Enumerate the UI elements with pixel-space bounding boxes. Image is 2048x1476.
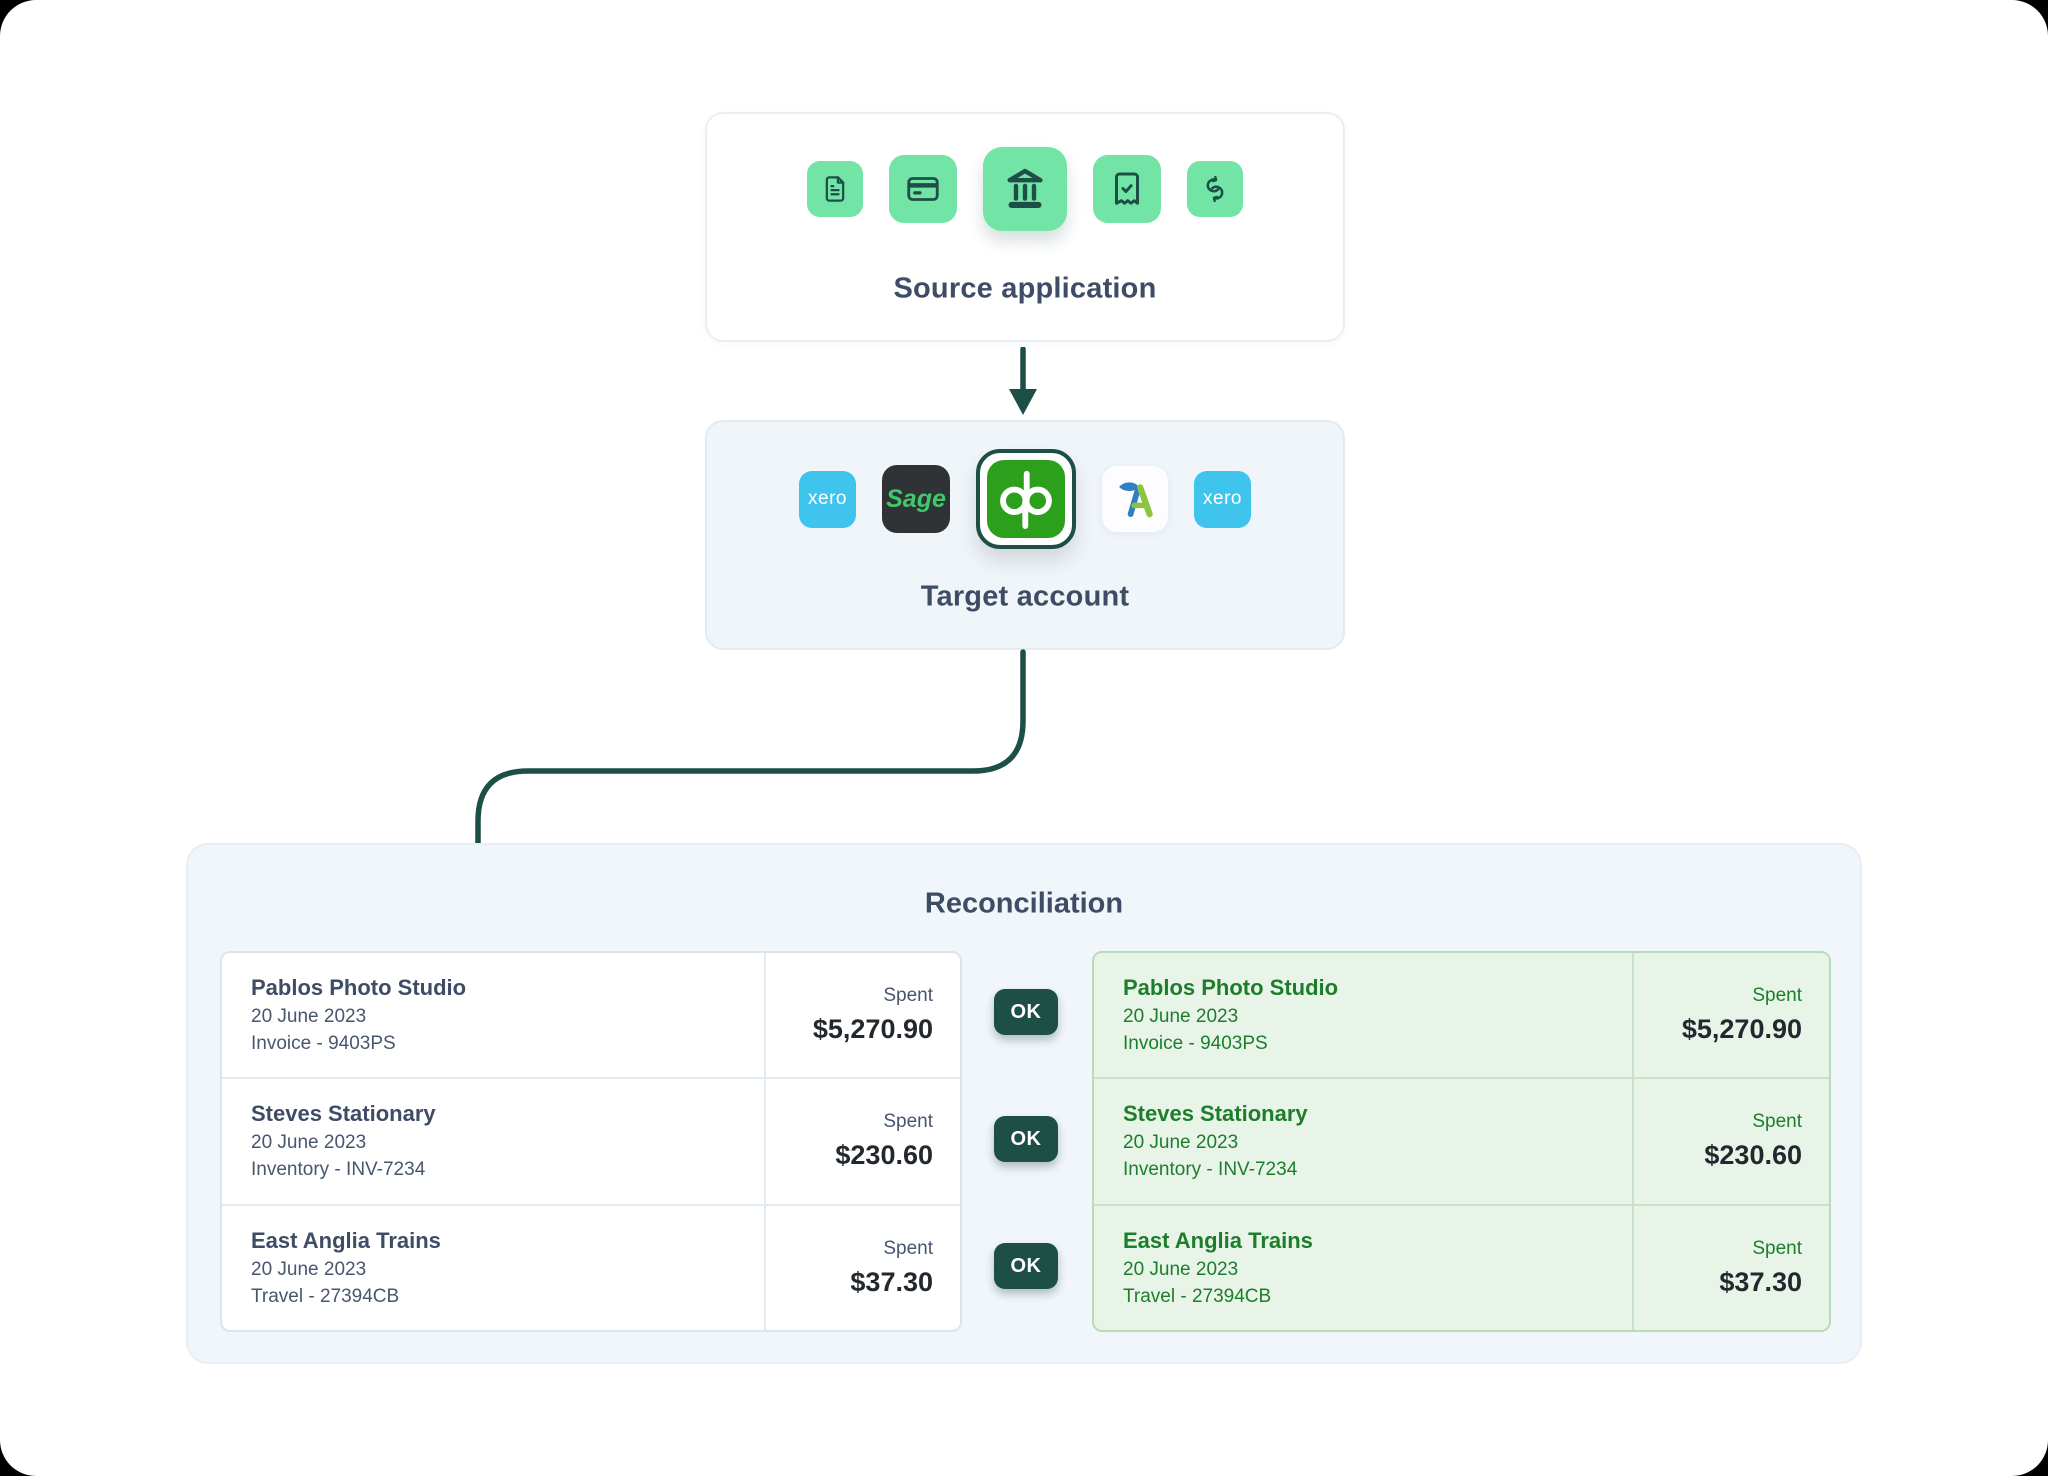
transaction-ref: Inventory - INV-7234	[251, 1159, 764, 1181]
target-transaction-row: East Anglia Trains 20 June 2023 Travel -…	[1094, 1204, 1829, 1330]
ok-match-button-3[interactable]: OK	[994, 1243, 1058, 1289]
ok-match-button-1[interactable]: OK	[994, 989, 1058, 1035]
transaction-amount: $37.30	[850, 1267, 933, 1298]
transaction-ref: Invoice - 9403PS	[1123, 1033, 1632, 1055]
transaction-amount: $5,270.90	[813, 1014, 933, 1045]
transaction-ref: Inventory - INV-7234	[1123, 1159, 1632, 1181]
source-application-card: Source application	[705, 112, 1345, 342]
reconciliation-title: Reconciliation	[188, 888, 1860, 921]
source-transaction-row: Steves Stationary 20 June 2023 Inventory…	[222, 1077, 960, 1203]
bank-icon	[1002, 166, 1048, 212]
xero-logo: xero	[808, 488, 847, 510]
transaction-name: Pablos Photo Studio	[251, 975, 764, 1001]
transaction-ref: Travel - 27394CB	[1123, 1286, 1632, 1308]
target-transaction-row: Pablos Photo Studio 20 June 2023 Invoice…	[1094, 953, 1829, 1077]
transaction-name: Pablos Photo Studio	[1123, 975, 1632, 1001]
app-tile-sage[interactable]: Sage	[882, 465, 950, 533]
transaction-date: 20 June 2023	[251, 1132, 764, 1154]
spent-label: Spent	[883, 1111, 933, 1133]
quickbooks-qb-icon	[990, 463, 1062, 535]
transaction-ref: Travel - 27394CB	[251, 1286, 764, 1308]
xero-logo: xero	[1203, 488, 1242, 510]
sync-icon	[1200, 174, 1230, 204]
reconciliation-panel: Reconciliation Pablos Photo Studio 20 Ju…	[186, 843, 1862, 1364]
freeagent-icon	[1113, 477, 1157, 521]
transaction-name: East Anglia Trains	[251, 1228, 764, 1254]
target-transaction-row: Steves Stationary 20 June 2023 Inventory…	[1094, 1077, 1829, 1203]
transaction-amount: $5,270.90	[1682, 1014, 1802, 1045]
ok-match-button-2[interactable]: OK	[994, 1116, 1058, 1162]
app-tile-xero-2[interactable]: xero	[1194, 471, 1251, 528]
app-tile-xero[interactable]: xero	[799, 471, 856, 528]
transaction-date: 20 June 2023	[1123, 1132, 1632, 1154]
transaction-name: Steves Stationary	[1123, 1101, 1632, 1127]
spent-label: Spent	[1752, 1238, 1802, 1260]
file-document-icon	[821, 175, 849, 203]
flow-diagram-screen: Source application xero Sage	[0, 0, 2048, 1476]
spent-label: Spent	[883, 1238, 933, 1260]
transaction-date: 20 June 2023	[1123, 1259, 1632, 1281]
source-transaction-row: East Anglia Trains 20 June 2023 Travel -…	[222, 1204, 960, 1330]
transaction-date: 20 June 2023	[251, 1006, 764, 1028]
source-tile-receipt[interactable]	[1093, 155, 1161, 223]
spent-label: Spent	[1752, 1111, 1802, 1133]
app-tile-quickbooks-selected[interactable]	[976, 449, 1076, 549]
source-tile-document[interactable]	[807, 161, 863, 217]
credit-card-icon	[905, 171, 941, 207]
transaction-date: 20 June 2023	[251, 1259, 764, 1281]
target-transactions-table: Pablos Photo Studio 20 June 2023 Invoice…	[1092, 951, 1831, 1332]
source-tile-bank[interactable]	[983, 147, 1067, 231]
transaction-ref: Invoice - 9403PS	[251, 1033, 764, 1055]
source-transactions-table: Pablos Photo Studio 20 June 2023 Invoice…	[220, 951, 962, 1332]
target-card-title: Target account	[707, 581, 1343, 614]
source-card-title: Source application	[707, 273, 1343, 306]
target-app-logo-row: xero Sage	[799, 449, 1251, 549]
source-tile-sync[interactable]	[1187, 161, 1243, 217]
transaction-date: 20 June 2023	[1123, 1006, 1632, 1028]
transaction-name: Steves Stationary	[251, 1101, 764, 1127]
transaction-amount: $230.60	[1704, 1140, 1802, 1171]
source-transaction-row: Pablos Photo Studio 20 June 2023 Invoice…	[222, 953, 960, 1077]
arrow-source-to-target	[1001, 347, 1045, 419]
source-app-tile-row	[807, 147, 1243, 231]
transaction-amount: $37.30	[1719, 1267, 1802, 1298]
transaction-name: East Anglia Trains	[1123, 1228, 1632, 1254]
quickbooks-tile	[987, 460, 1065, 538]
target-account-card: xero Sage	[705, 420, 1345, 650]
spent-label: Spent	[883, 985, 933, 1007]
receipt-check-icon	[1109, 171, 1145, 207]
app-tile-freeagent[interactable]	[1102, 466, 1168, 532]
transaction-amount: $230.60	[835, 1140, 933, 1171]
source-tile-card[interactable]	[889, 155, 957, 223]
spent-label: Spent	[1752, 985, 1802, 1007]
sage-logo: Sage	[886, 485, 946, 514]
